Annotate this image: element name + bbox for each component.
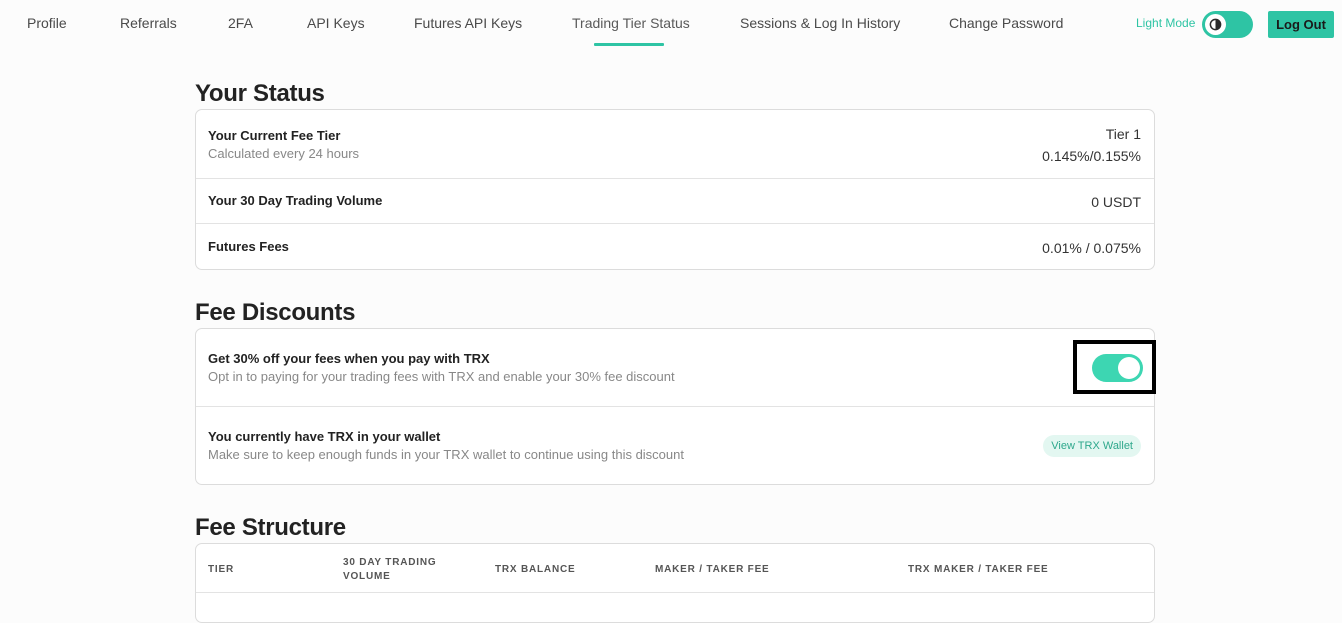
futures-fees-title: Futures Fees <box>208 239 289 254</box>
divider <box>196 178 1154 179</box>
divider <box>196 223 1154 224</box>
trading-volume-title: Your 30 Day Trading Volume <box>208 193 383 208</box>
divider <box>196 592 1154 593</box>
active-tab-indicator <box>594 43 664 46</box>
trading-volume-value: 0 USDT <box>1091 194 1141 210</box>
fee-tier-value: Tier 1 <box>1105 126 1141 142</box>
tab-api-keys[interactable]: API Keys <box>307 15 365 31</box>
toggle-knob <box>1118 357 1140 379</box>
futures-fees-value: 0.01% / 0.075% <box>1042 240 1141 256</box>
discounts-card: Get 30% off your fees when you pay with … <box>195 328 1156 485</box>
tab-change-password[interactable]: Change Password <box>949 15 1063 31</box>
logout-button[interactable]: Log Out <box>1268 11 1334 38</box>
column-header-trx-maker-taker-fee: TRX MAKER / TAKER FEE <box>908 564 1049 575</box>
tab-sessions-log-in-history[interactable]: Sessions & Log In History <box>740 15 900 31</box>
trx-wallet-subtitle: Make sure to keep enough funds in your T… <box>208 447 684 462</box>
trx-discount-toggle[interactable] <box>1092 354 1143 382</box>
light-mode-label: Light Mode <box>1136 16 1196 30</box>
column-header-maker-taker-fee: MAKER / TAKER FEE <box>655 564 770 575</box>
fee-discounts-title: Fee Discounts <box>195 299 356 326</box>
fee-tier-title: Your Current Fee Tier <box>208 128 341 143</box>
tab-2fa[interactable]: 2FA <box>228 15 253 31</box>
fee-structure-table: TIER 30 DAY TRADING VOLUME TRX BALANCE M… <box>195 543 1155 623</box>
tab-trading-tier-status[interactable]: Trading Tier Status <box>572 15 690 31</box>
theme-toggle[interactable] <box>1202 11 1253 38</box>
tab-profile[interactable]: Profile <box>27 15 67 31</box>
your-status-title: Your Status <box>195 80 325 107</box>
status-card: Your Current Fee Tier Calculated every 2… <box>195 109 1155 270</box>
fee-structure-title: Fee Structure <box>195 514 346 541</box>
contrast-icon <box>1205 14 1226 35</box>
column-header-trx-balance: TRX BALANCE <box>495 564 576 575</box>
column-header-tier: TIER <box>208 564 234 575</box>
trx-wallet-row: You currently have TRX in your wallet Ma… <box>196 407 1154 485</box>
column-header-30-day-volume: 30 DAY TRADING VOLUME <box>343 557 437 582</box>
tab-futures-api-keys[interactable]: Futures API Keys <box>414 15 522 31</box>
view-trx-wallet-button[interactable]: View TRX Wallet <box>1043 435 1141 457</box>
trx-discount-subtitle: Opt in to paying for your trading fees w… <box>208 369 675 384</box>
toggle-highlight <box>1073 340 1156 394</box>
top-nav: Profile Referrals 2FA API Keys Futures A… <box>0 0 1342 48</box>
fee-tier-subtitle: Calculated every 24 hours <box>208 146 360 161</box>
fee-tier-rates: 0.145%/0.155% <box>1042 148 1141 164</box>
trx-discount-title: Get 30% off your fees when you pay with … <box>208 351 490 366</box>
tab-referrals[interactable]: Referrals <box>120 15 177 31</box>
trx-wallet-title: You currently have TRX in your wallet <box>208 429 441 444</box>
